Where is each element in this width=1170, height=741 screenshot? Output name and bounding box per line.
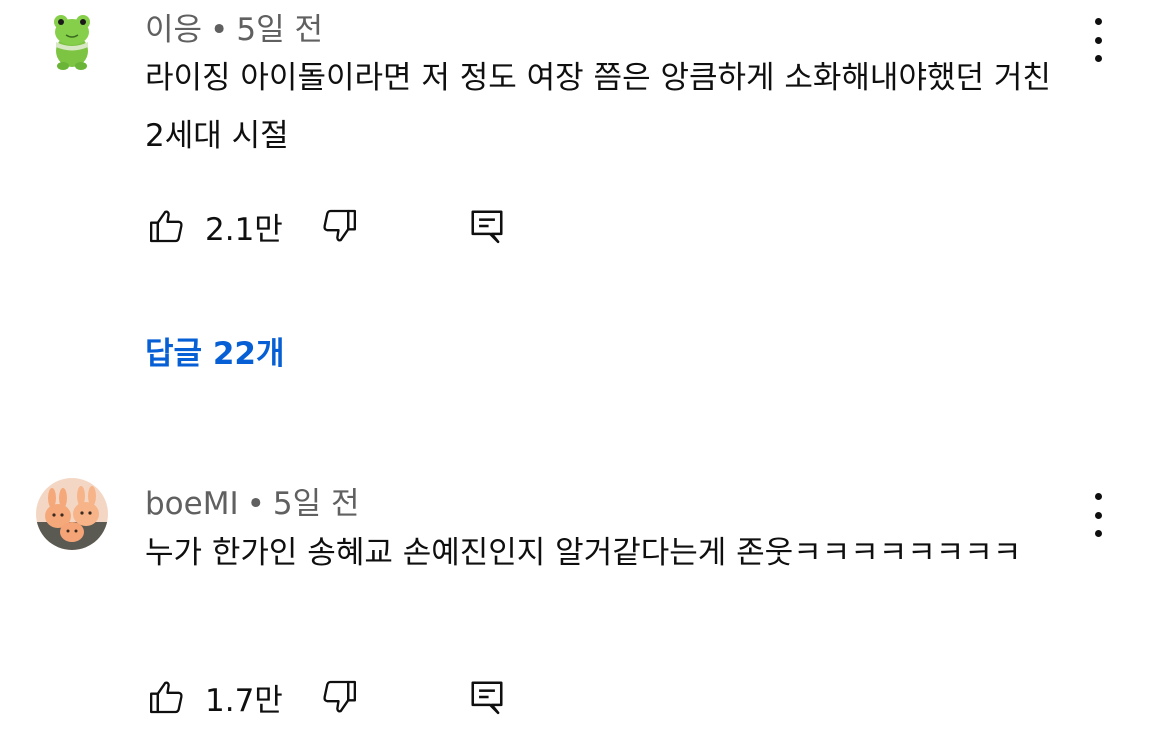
- rabbit-avatar-icon[interactable]: [36, 478, 108, 550]
- dislike-button[interactable]: [317, 204, 361, 248]
- reply-button[interactable]: [465, 204, 509, 248]
- frog-avatar-icon[interactable]: [36, 4, 108, 76]
- reply-button[interactable]: [465, 675, 509, 719]
- reply-comment-icon: [471, 210, 503, 244]
- like-button[interactable]: [145, 204, 189, 248]
- comment-time[interactable]: 5일 전: [273, 486, 360, 522]
- comment-actions: 1.7만: [145, 675, 509, 719]
- comment-text: 누가 한가인 송혜교 손예진인지 알거같다는게 존웃ㅋㅋㅋㅋㅋㅋㅋㅋ: [145, 535, 1022, 571]
- author-name[interactable]: 이응: [145, 12, 202, 48]
- like-count: 2.1만: [205, 211, 283, 248]
- more-options-icon[interactable]: [1082, 493, 1114, 537]
- dislike-button[interactable]: [317, 675, 361, 719]
- comment-meta: 이응 • 5일 전: [145, 4, 323, 49]
- comment-actions: 2.1만: [145, 204, 509, 248]
- thumbs-up-icon: [150, 681, 183, 714]
- meta-separator: •: [210, 12, 229, 48]
- comment-text: 라이징 아이돌이라면 저 정도 여장 쯤은 앙큼하게 소화해내야했던 거친 2세…: [145, 60, 1061, 154]
- more-options-icon[interactable]: [1082, 18, 1114, 62]
- thumbs-down-icon: [323, 209, 356, 242]
- like-button[interactable]: [145, 675, 189, 719]
- reply-comment-icon: [471, 681, 503, 715]
- meta-separator: •: [246, 486, 265, 522]
- comment-meta: boeMI • 5일 전: [145, 478, 360, 523]
- view-replies-link[interactable]: 답글 22개: [145, 328, 285, 373]
- like-count: 1.7만: [205, 682, 283, 719]
- comment-time[interactable]: 5일 전: [236, 12, 323, 48]
- thumbs-down-icon: [323, 680, 356, 713]
- author-name[interactable]: boeMI: [145, 486, 239, 522]
- thumbs-up-icon: [150, 210, 183, 243]
